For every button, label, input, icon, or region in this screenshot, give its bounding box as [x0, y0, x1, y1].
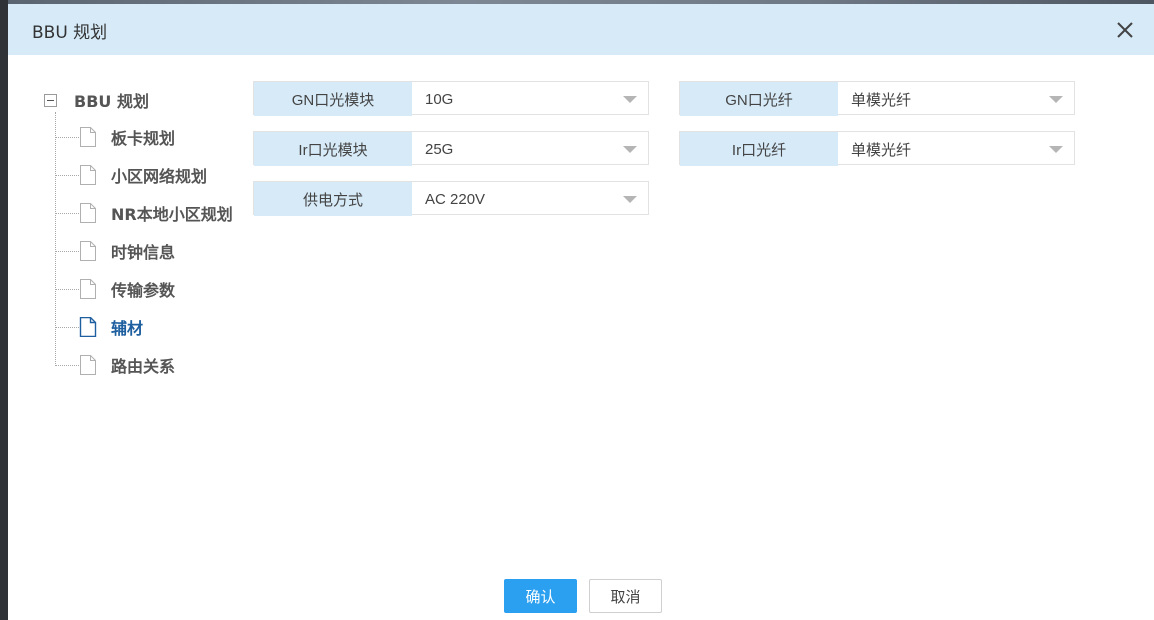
- document-icon: [80, 241, 96, 261]
- close-icon: [1117, 22, 1133, 38]
- document-icon: [80, 127, 96, 147]
- dropdown-arrow-icon[interactable]: [623, 146, 637, 153]
- field-label: Ir口光模块: [254, 132, 412, 166]
- dropdown-arrow-icon[interactable]: [1049, 96, 1063, 103]
- document-icon: [80, 203, 96, 223]
- bbu-planning-dialog: BBU 规划 BBU 规划 板卡规划 小区网络规划 NR本地小区规划 时钟信息 …: [8, 4, 1154, 620]
- tree-item-clock-info[interactable]: 时钟信息: [55, 238, 175, 264]
- tree-root-bbu[interactable]: BBU 规划: [44, 89, 149, 111]
- ir-fiber-select[interactable]: Ir口光纤 单模光纤: [679, 131, 1075, 166]
- field-value: 10G: [425, 90, 454, 108]
- gn-optical-module-select[interactable]: GN口光模块 10G: [253, 81, 649, 116]
- tree-item-nr-local-cell-planning[interactable]: NR本地小区规划: [55, 200, 233, 226]
- dropdown-arrow-icon[interactable]: [1049, 146, 1063, 153]
- tree-item-label: 板卡规划: [111, 129, 176, 148]
- close-button[interactable]: [1112, 17, 1138, 43]
- ir-optical-module-select[interactable]: Ir口光模块 25G: [253, 131, 649, 166]
- field-label: Ir口光纤: [680, 132, 838, 166]
- dialog-header: BBU 规划: [8, 4, 1154, 55]
- collapse-icon[interactable]: [44, 93, 57, 107]
- field-value: AC 220V: [425, 190, 486, 208]
- tree-item-label: NR本地小区规划: [111, 205, 233, 224]
- dialog-title: BBU 规划: [32, 23, 108, 43]
- dropdown-arrow-icon[interactable]: [623, 96, 637, 103]
- field-value: 单模光纤: [851, 141, 912, 159]
- document-icon: [79, 317, 97, 337]
- gn-fiber-select[interactable]: GN口光纤 单模光纤: [679, 81, 1075, 116]
- tree-item-accessories[interactable]: 辅材: [55, 314, 143, 340]
- tree-item-board-planning[interactable]: 板卡规划: [55, 124, 175, 150]
- document-icon: [80, 165, 96, 185]
- tree-item-label: 时钟信息: [111, 243, 176, 262]
- field-label: GN口光纤: [680, 82, 838, 116]
- confirm-button[interactable]: 确认: [504, 579, 577, 613]
- tree-item-routing-relations[interactable]: 路由关系: [55, 352, 175, 378]
- dropdown-arrow-icon[interactable]: [623, 196, 637, 203]
- tree-item-label: 辅材: [111, 319, 144, 338]
- tree-item-label: 小区网络规划: [111, 167, 208, 186]
- field-label: GN口光模块: [254, 82, 412, 116]
- tree-item-label: 路由关系: [111, 357, 176, 376]
- power-supply-select[interactable]: 供电方式 AC 220V: [253, 181, 649, 216]
- tree-item-cell-network-planning[interactable]: 小区网络规划: [55, 162, 207, 188]
- cancel-button[interactable]: 取消: [589, 579, 662, 613]
- tree-item-transport-params[interactable]: 传输参数: [55, 276, 175, 302]
- field-label: 供电方式: [254, 182, 412, 216]
- tree-root-label: BBU 规划: [74, 92, 149, 111]
- document-icon: [80, 279, 96, 299]
- backdrop-edge: [0, 0, 8, 620]
- field-value: 25G: [425, 140, 454, 158]
- tree-item-label: 传输参数: [111, 281, 176, 300]
- document-icon: [80, 355, 96, 375]
- navigation-tree: BBU 规划 板卡规划 小区网络规划 NR本地小区规划 时钟信息 传输参数 辅材…: [44, 84, 254, 384]
- field-value: 单模光纤: [851, 91, 912, 109]
